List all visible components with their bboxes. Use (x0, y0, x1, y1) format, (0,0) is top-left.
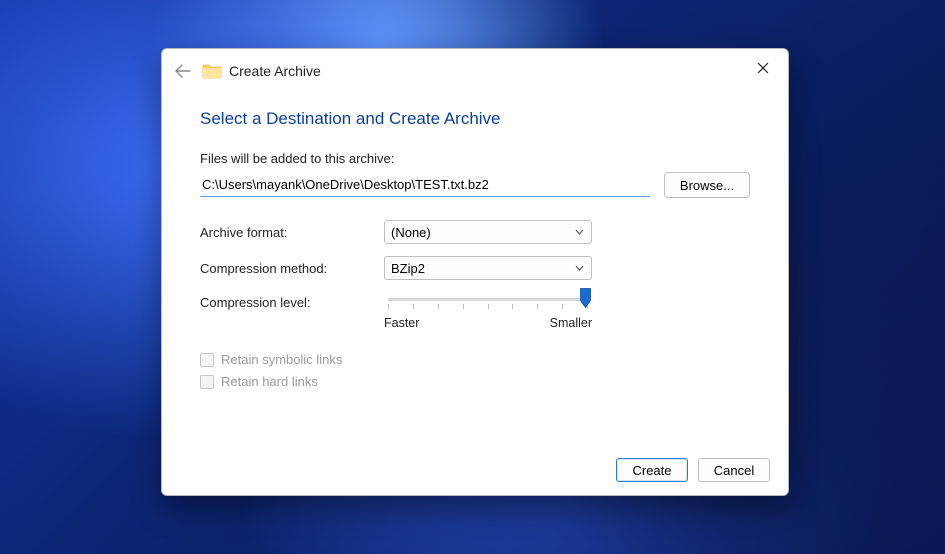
slider-max-label: Smaller (550, 316, 592, 330)
compression-method-label: Compression method: (200, 261, 384, 276)
archive-format-value: (None) (391, 225, 431, 240)
retain-symbolic-label: Retain symbolic links (221, 352, 342, 367)
compression-level-label: Compression level: (200, 292, 384, 310)
compression-level-slider[interactable] (384, 292, 592, 314)
window-title: Create Archive (229, 63, 321, 79)
retain-hard-label: Retain hard links (221, 374, 318, 389)
titlebar: Create Archive (162, 49, 788, 93)
compression-method-select[interactable]: BZip2 (384, 256, 592, 280)
create-button[interactable]: Create (616, 458, 688, 482)
page-heading: Select a Destination and Create Archive (200, 109, 750, 129)
archive-format-label: Archive format: (200, 225, 384, 240)
retain-symbolic-checkbox-row: Retain symbolic links (200, 352, 750, 367)
dialog-footer: Create Cancel (162, 445, 788, 495)
back-arrow-icon[interactable] (172, 60, 194, 82)
create-archive-dialog: Create Archive Select a Destination and … (161, 48, 789, 496)
archive-format-select[interactable]: (None) (384, 220, 592, 244)
retain-hard-checkbox-row: Retain hard links (200, 374, 750, 389)
archive-path-label: Files will be added to this archive: (200, 151, 750, 166)
chevron-down-icon (573, 226, 585, 238)
archive-path-input[interactable] (200, 173, 650, 197)
slider-min-label: Faster (384, 316, 419, 330)
slider-thumb[interactable] (580, 288, 591, 308)
cancel-button[interactable]: Cancel (698, 458, 770, 482)
compression-method-value: BZip2 (391, 261, 425, 276)
close-button[interactable] (746, 55, 780, 81)
retain-symbolic-checkbox (200, 353, 214, 367)
retain-hard-checkbox (200, 375, 214, 389)
browse-button[interactable]: Browse... (664, 172, 750, 198)
dialog-content: Select a Destination and Create Archive … (162, 93, 788, 445)
folder-icon (202, 62, 222, 80)
chevron-down-icon (573, 262, 585, 274)
